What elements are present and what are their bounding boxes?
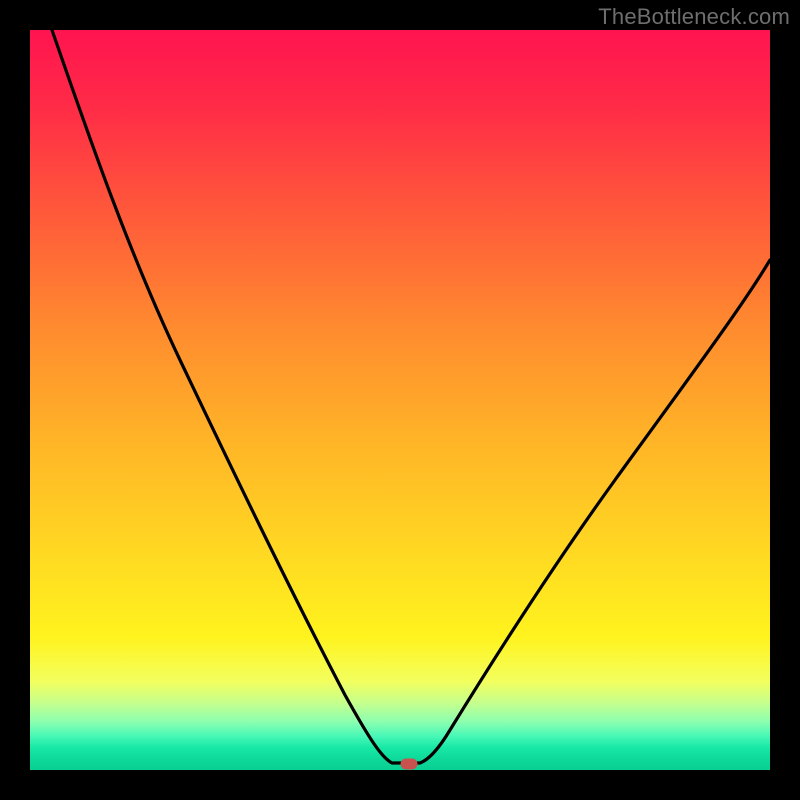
plot-area [30, 30, 770, 770]
chart-frame: TheBottleneck.com [0, 0, 800, 800]
watermark-text: TheBottleneck.com [598, 4, 790, 30]
optimal-point-marker [401, 759, 418, 770]
bottleneck-curve-svg [30, 30, 770, 770]
bottleneck-curve [52, 30, 770, 763]
